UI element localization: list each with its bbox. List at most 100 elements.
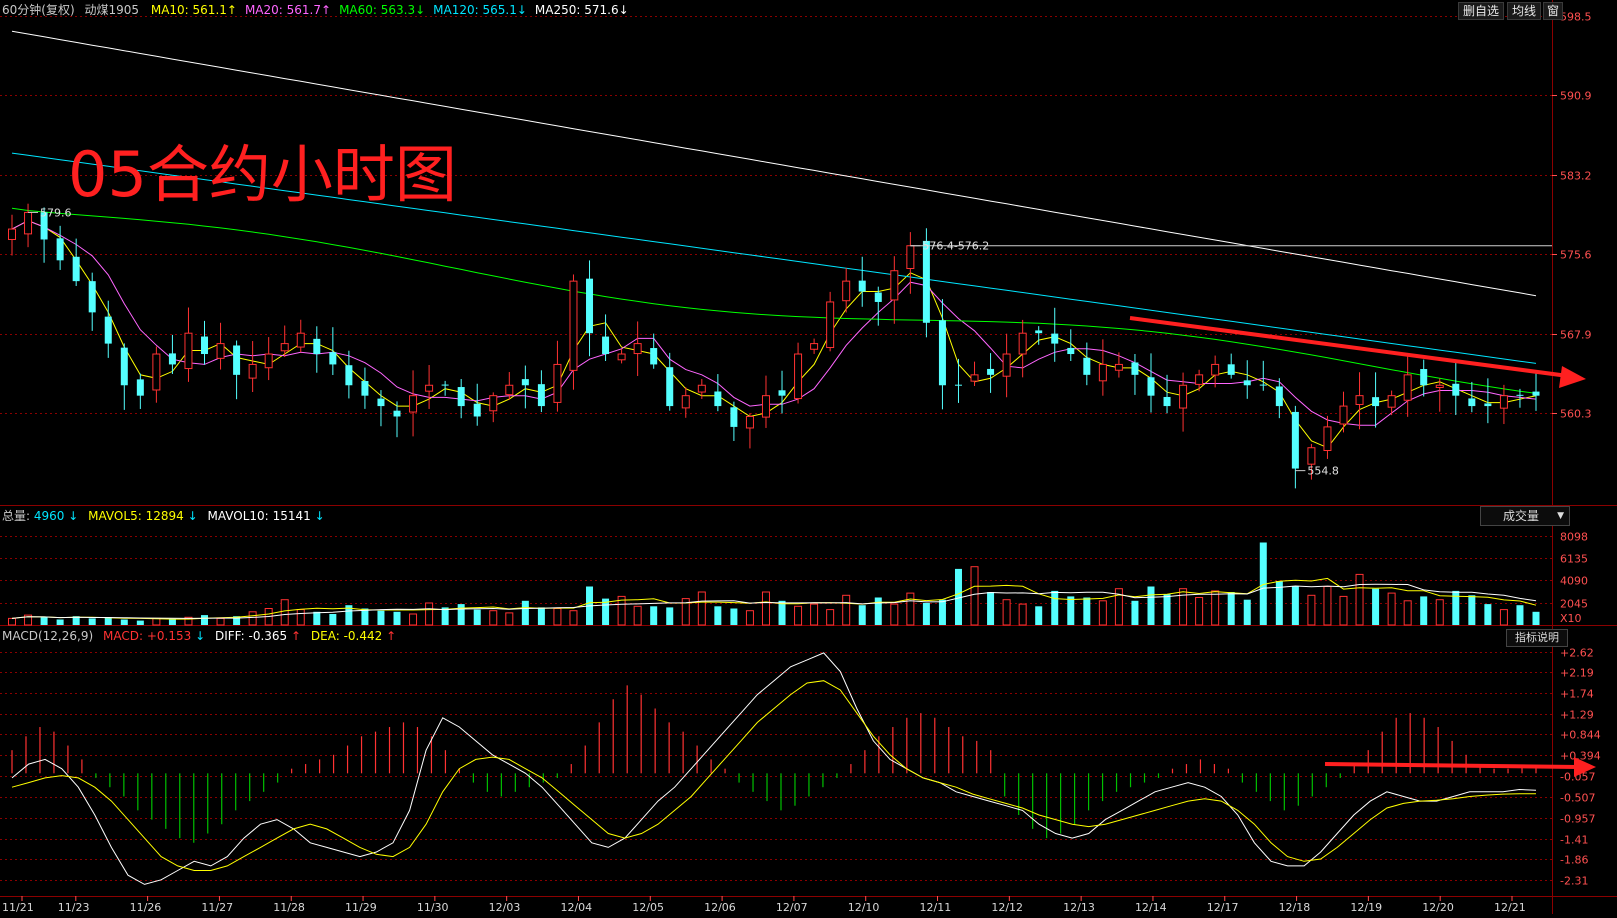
candle-body-up xyxy=(890,270,899,301)
candle-body-down xyxy=(457,387,465,407)
macd-axis-label: -0.957 xyxy=(1560,813,1595,826)
candle-body-up xyxy=(248,363,257,379)
candle-body-up xyxy=(489,395,498,412)
volume-bar-down xyxy=(136,620,144,625)
candle-body-down xyxy=(233,345,241,375)
candle-body-up xyxy=(569,280,578,371)
volume-axis-label: 4090 xyxy=(1560,575,1588,588)
volume-bar-up xyxy=(794,605,803,626)
macd-axis-label: +2.19 xyxy=(1560,667,1594,680)
candle-body-down xyxy=(1083,357,1091,375)
candle-body-up xyxy=(8,228,16,240)
candle-body-up xyxy=(617,353,626,361)
volume-bar-up xyxy=(906,592,915,626)
dea-arrow: ↑ xyxy=(386,629,396,643)
volume-bar-up xyxy=(248,611,257,626)
volume-bar-up xyxy=(489,610,498,626)
macd-axis-label: -1.86 xyxy=(1560,854,1588,867)
volume-bar-down xyxy=(521,600,529,625)
volume-bar-up xyxy=(1339,595,1348,626)
price-axis-label: 583.2 xyxy=(1560,170,1592,183)
volume-bar-down xyxy=(714,606,722,625)
price-axis-label: 598.5 xyxy=(1560,11,1592,24)
volume-bar-up xyxy=(1002,599,1011,626)
date-axis-label: 11/26 xyxy=(130,901,162,914)
volume-bar-down xyxy=(473,609,481,625)
candle-body-up xyxy=(810,343,819,350)
volume-bar-up xyxy=(1098,600,1107,626)
window-button[interactable]: 窗 xyxy=(1543,2,1564,20)
candle-body-down xyxy=(136,379,144,396)
candle-body-up xyxy=(1002,353,1011,377)
volume-bar-down xyxy=(1420,596,1428,625)
candle-body-down xyxy=(730,407,738,427)
candle-body-up xyxy=(1435,384,1444,388)
volume-axis-label: 8098 xyxy=(1560,531,1588,544)
delete-watchlist-button[interactable]: 删自选 xyxy=(1458,2,1505,20)
volume-bar-down xyxy=(40,617,48,625)
indicator-selector-value: 成交量 xyxy=(1503,509,1540,523)
candle-body-up xyxy=(264,353,273,369)
volume-axis-unit: X10 xyxy=(1560,612,1582,625)
candle-body-up xyxy=(842,280,851,302)
volume-bar-up xyxy=(1403,600,1412,626)
candle-body-up xyxy=(633,343,642,355)
candle-body-down xyxy=(56,238,64,261)
dea-label: DEA: xyxy=(311,629,340,643)
candle-body-down xyxy=(874,292,882,302)
candle-body-down xyxy=(1484,403,1492,407)
price-callout: 576.4-576.2 xyxy=(922,240,989,253)
volume-bar-up xyxy=(1323,586,1332,626)
volume-bar-down xyxy=(104,617,112,625)
candle-body-down xyxy=(537,384,545,407)
chevron-down-icon: ▼ xyxy=(1557,511,1564,521)
candle-body-down xyxy=(666,367,674,407)
volume-bar-down xyxy=(938,599,946,625)
date-axis-label: 11/30 xyxy=(417,901,449,914)
candle-body-down xyxy=(377,398,385,407)
macd-axis-label: -1.41 xyxy=(1560,834,1588,847)
volume-bar-down xyxy=(922,603,930,625)
volume-bar-up xyxy=(970,566,979,626)
candle-body-down xyxy=(473,403,481,417)
volume-bar-down xyxy=(987,592,995,625)
volume-bar-up xyxy=(425,602,434,626)
candle-body-up xyxy=(409,395,418,413)
ma-legend-ma120: MA120: 565.1↓ xyxy=(433,3,527,17)
chart-canvas[interactable]: 579.6 576.4-576.2 554.8 598.5 590.9 583.2 575… xyxy=(0,0,1617,914)
date-axis-label: 12/21 xyxy=(1494,901,1526,914)
candle-body-up xyxy=(697,384,706,393)
candle-body-down xyxy=(1131,362,1139,375)
indicator-help-button[interactable]: 指标说明 xyxy=(1506,629,1568,647)
volume-bar-up xyxy=(553,608,562,626)
volume-bar-up xyxy=(697,591,706,626)
total-volume-value: 4960 xyxy=(34,509,65,523)
volume-bar-up xyxy=(505,612,514,626)
volume-bar-up xyxy=(842,594,851,626)
candle-body-down xyxy=(714,391,722,407)
volume-bar-down xyxy=(1163,594,1171,625)
candle-body-up xyxy=(1179,384,1188,409)
macd-axis-label: +0.844 xyxy=(1560,729,1601,742)
candle-body-down xyxy=(313,338,321,355)
diff-label: DIFF: xyxy=(215,629,245,643)
macd-value: +0.153 xyxy=(147,629,191,643)
indicator-selector[interactable]: 成交量 ▼ xyxy=(1480,506,1570,526)
volume-bar-up xyxy=(1307,594,1316,626)
price-callout: 554.8 xyxy=(1307,465,1339,478)
total-volume-arrow: ↓ xyxy=(68,509,78,523)
candle-body-down xyxy=(602,336,610,355)
volume-bar-down xyxy=(1372,588,1380,625)
date-axis-label: 12/14 xyxy=(1135,901,1167,914)
moving-average-button[interactable]: 均线 xyxy=(1507,2,1542,20)
futures-chart-window: 579.6 576.4-576.2 554.8 598.5 590.9 583.2 575… xyxy=(0,0,1617,914)
candle-body-down xyxy=(1163,396,1171,407)
candle-body-up xyxy=(681,395,690,409)
candle-body-down xyxy=(1051,333,1059,344)
volume-bar-up xyxy=(1387,592,1396,626)
candle-body-up xyxy=(826,301,835,349)
candle-body-down xyxy=(650,348,658,365)
ma-legend-ma250: MA250: 571.6↓ xyxy=(535,3,629,17)
date-axis-label: 12/05 xyxy=(632,901,664,914)
macd-axis-label: +1.29 xyxy=(1560,709,1594,722)
